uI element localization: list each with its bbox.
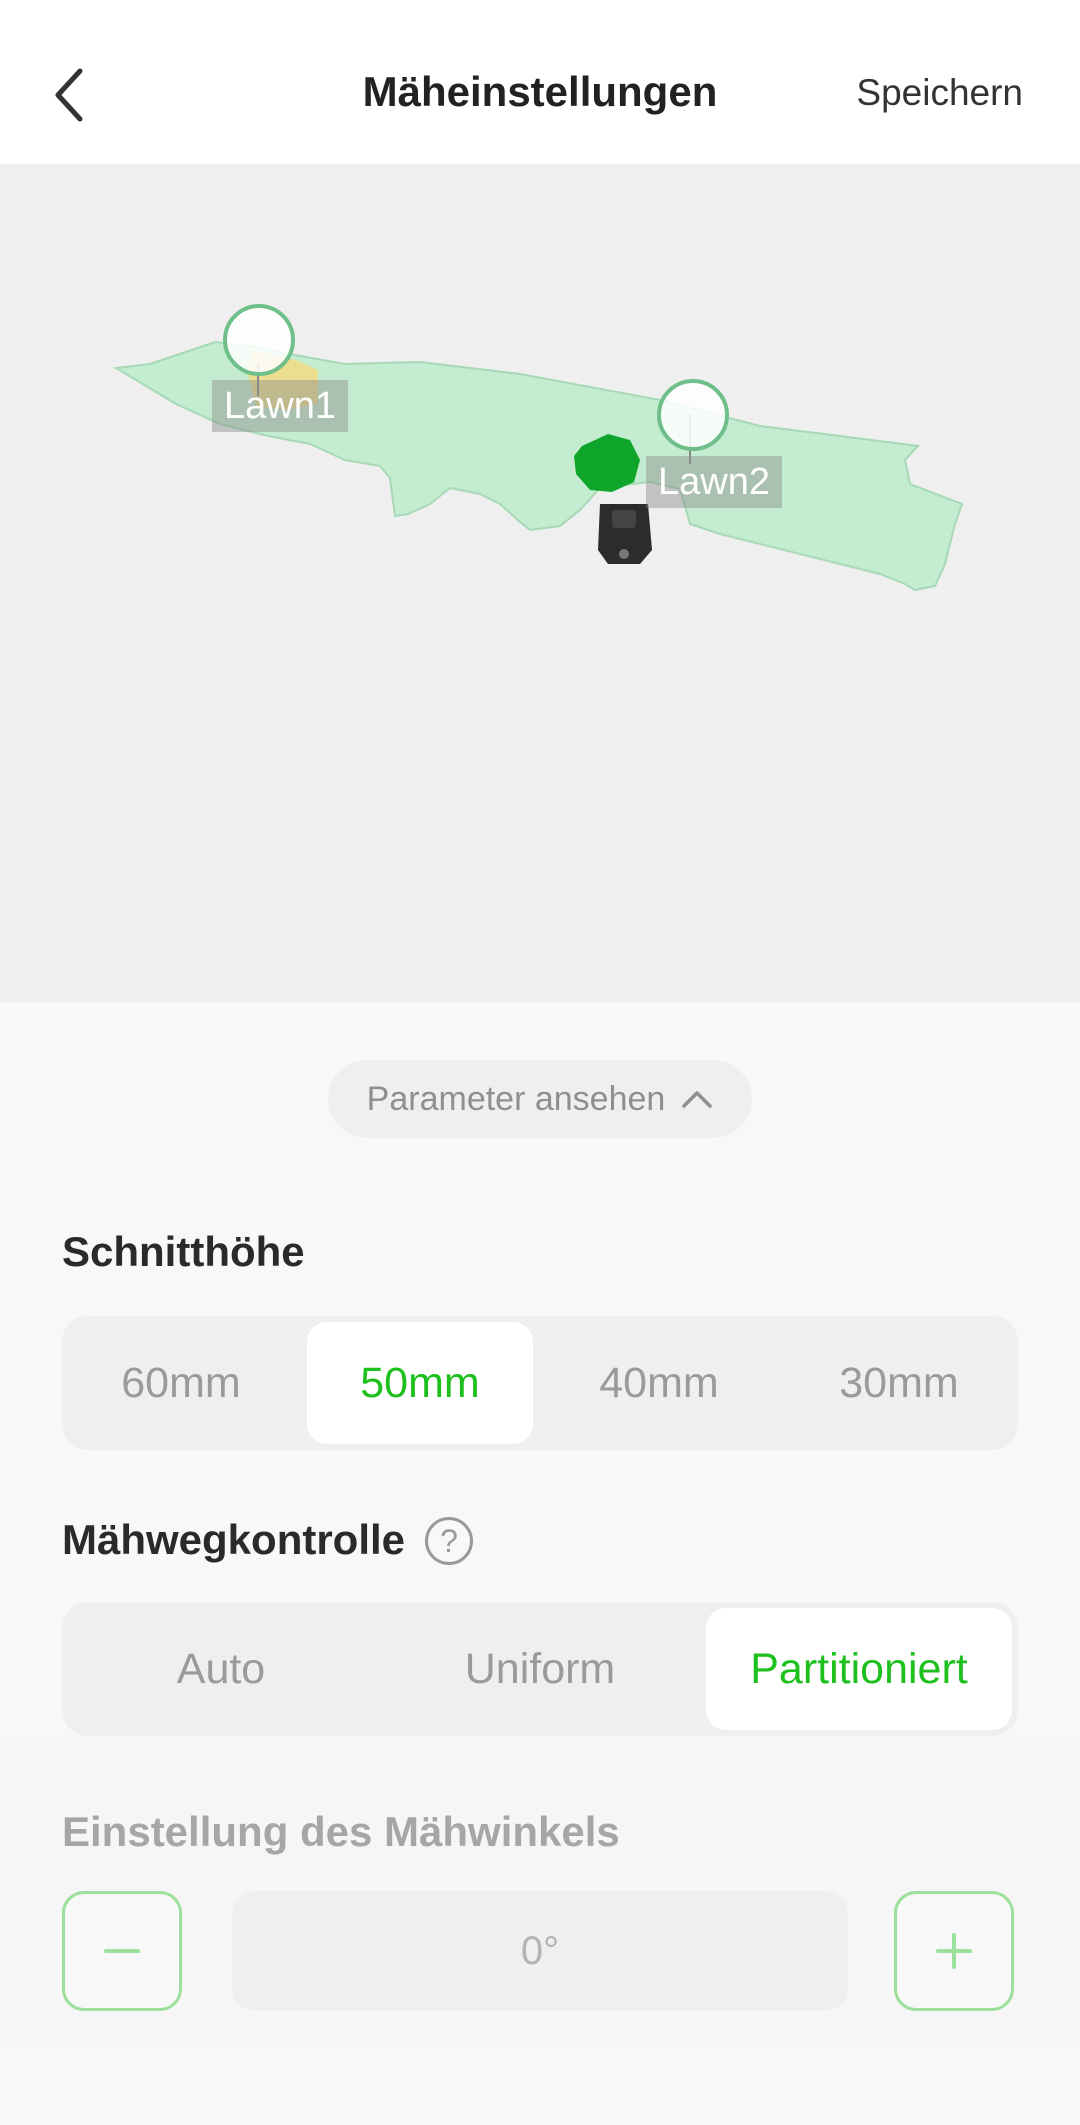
cut-height-option-50[interactable]: 50mm <box>307 1322 533 1444</box>
lawn-map[interactable]: Lawn1 Lawn2 <box>0 164 1080 1002</box>
zone-marker-2[interactable] <box>657 379 729 451</box>
zone-label: Lawn2 <box>646 456 782 508</box>
cut-height-option-30[interactable]: 30mm <box>786 1322 1012 1444</box>
path-option-uniform[interactable]: Uniform <box>387 1608 693 1730</box>
path-option-auto[interactable]: Auto <box>68 1608 374 1730</box>
cut-height-selector: 60mm 50mm 40mm 30mm <box>62 1316 1018 1450</box>
zone-marker-1[interactable] <box>223 304 295 376</box>
cut-height-option-60[interactable]: 60mm <box>68 1322 294 1444</box>
minus-icon <box>104 1949 140 1953</box>
path-control-title: Mähwegkontrolle <box>62 1516 406 1563</box>
path-option-partitioned[interactable]: Partitioniert <box>706 1608 1012 1730</box>
decrease-angle-button[interactable] <box>62 1891 182 2011</box>
mowing-angle-title: Einstellung des Mähwinkels <box>62 1808 620 1855</box>
charging-station-icon <box>598 504 652 564</box>
settings-panel: Parameter ansehen Schnitthöhe 60mm 50mm … <box>0 1002 1080 2125</box>
mowing-angle-section: Einstellung des Mähwinkels 0° <box>0 1738 1080 2043</box>
save-button[interactable]: Speichern <box>856 72 1023 114</box>
cut-height-option-40[interactable]: 40mm <box>546 1322 772 1444</box>
increase-angle-button[interactable] <box>894 1891 1014 2011</box>
plus-icon <box>936 1933 972 1969</box>
zone-label: Lawn1 <box>212 380 348 432</box>
chevron-up-icon <box>682 1091 713 1108</box>
path-control-selector: Auto Uniform Partitioniert <box>62 1602 1018 1736</box>
angle-value: 0° <box>232 1891 848 2011</box>
cut-height-title: Schnitthöhe <box>62 1228 305 1275</box>
help-icon[interactable]: ? <box>425 1517 473 1565</box>
param-pill-label: Parameter ansehen <box>366 1079 666 1118</box>
header-bar: Mäheinstellungen Speichern <box>0 0 1080 164</box>
view-parameters-button[interactable]: Parameter ansehen <box>328 1060 752 1138</box>
